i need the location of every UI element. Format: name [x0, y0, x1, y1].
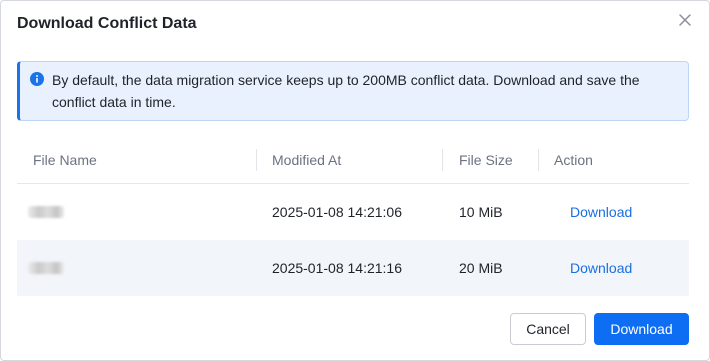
column-header-modified-at: Modified At [272, 152, 342, 168]
column-divider [256, 149, 257, 171]
dialog-title: Download Conflict Data [17, 15, 197, 32]
info-icon [30, 72, 44, 86]
conflict-files-table: File Name Modified At File Size Action 2… [17, 137, 689, 296]
cancel-button[interactable]: Cancel [510, 313, 586, 345]
table-header: File Name Modified At File Size Action [17, 137, 689, 184]
download-link[interactable]: Download [570, 184, 632, 240]
file-name-redacted [28, 262, 64, 274]
file-size-cell: 20 MiB [459, 260, 503, 276]
download-link[interactable]: Download [570, 240, 632, 296]
info-notice: By default, the data migration service k… [17, 61, 689, 121]
column-header-file-size: File Size [459, 152, 513, 168]
file-name-redacted [28, 206, 64, 218]
modified-at-cell: 2025-01-08 14:21:16 [272, 260, 402, 276]
column-divider [538, 149, 539, 171]
notice-text: By default, the data migration service k… [52, 72, 640, 110]
modified-at-cell: 2025-01-08 14:21:06 [272, 204, 402, 220]
column-header-action: Action [554, 152, 593, 168]
download-button[interactable]: Download [594, 313, 689, 345]
close-icon[interactable] [676, 11, 694, 29]
column-header-file-name: File Name [33, 152, 97, 168]
column-divider [442, 149, 443, 171]
table-row: 2025-01-08 14:21:06 10 MiB Download [17, 184, 689, 240]
file-size-cell: 10 MiB [459, 204, 503, 220]
download-conflict-dialog: Download Conflict Data By default, the d… [0, 0, 710, 361]
table-row: 2025-01-08 14:21:16 20 MiB Download [17, 240, 689, 296]
